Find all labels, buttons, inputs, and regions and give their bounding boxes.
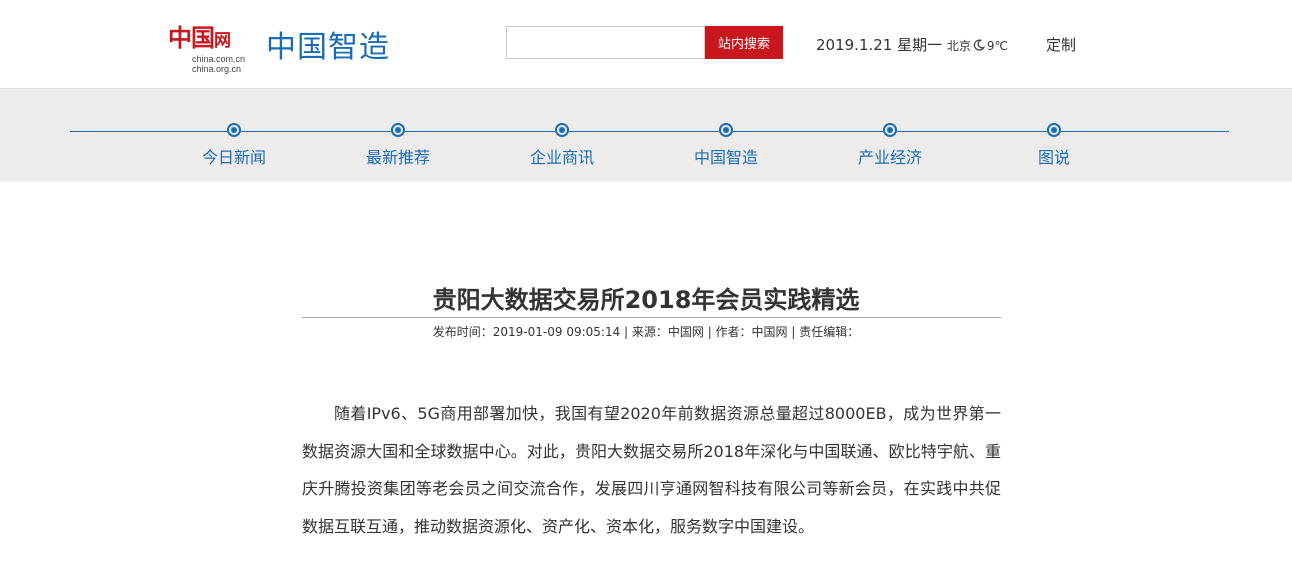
channel-title[interactable]: 中国智造 — [266, 22, 390, 66]
nav-dot-icon — [719, 123, 733, 137]
nav-dot-icon — [227, 123, 241, 137]
search-input[interactable] — [506, 26, 705, 59]
article-title: 贵阳大数据交易所2018年会员实践精选 — [432, 286, 860, 314]
nav-label: 今日新闻 — [201, 148, 266, 167]
nav-label: 最新推荐 — [365, 148, 430, 167]
nav-label: 企业商讯 — [529, 148, 594, 167]
nav-dot-icon — [883, 123, 897, 137]
site-header: 中国网 china.com.cn china.org.cn 中国智造 站内搜索 … — [0, 0, 1292, 89]
nav-item-today-news[interactable]: 今日新闻 — [174, 123, 294, 168]
nav-item-china-manufacturing[interactable]: 中国智造 — [666, 123, 786, 168]
nav-dot-icon — [1047, 123, 1061, 137]
site-search-button[interactable]: 站内搜索 — [705, 26, 783, 59]
china-net-logo[interactable]: 中国网 china.com.cn china.org.cn — [168, 18, 246, 74]
nav-item-industry-economy[interactable]: 产业经济 — [830, 123, 950, 168]
city-text: 北京 — [946, 39, 971, 53]
date-weather: 2019.1.21 星期一 北京 9℃ — [816, 34, 1008, 55]
title-divider — [302, 317, 1001, 318]
customize-link[interactable]: 定制 — [1046, 34, 1076, 55]
logo-domain-2: china.org.cn — [192, 64, 242, 74]
nav-dot-icon — [555, 123, 569, 137]
article-paragraph: 随着IPv6、5G商用部署加快，我国有望2020年前数据资源总量超过8000EB… — [302, 404, 1001, 536]
crescent-moon-icon — [973, 39, 985, 51]
logo-wordmark: 中国网 — [168, 23, 231, 52]
nav-label: 产业经济 — [857, 148, 922, 167]
nav-label: 图说 — [1037, 148, 1070, 167]
nav-item-business-news[interactable]: 企业商讯 — [502, 123, 622, 168]
article-meta: 发布时间：2019-01-09 09:05:14 | 来源：中国网 | 作者：中… — [432, 325, 860, 339]
nav-item-latest-recommend[interactable]: 最新推荐 — [338, 123, 458, 168]
date-text: 2019.1.21 星期一 — [816, 36, 943, 54]
logo-domain-1: china.com.cn — [192, 54, 246, 64]
nav-dot-icon — [391, 123, 405, 137]
nav-label: 中国智造 — [693, 148, 758, 167]
temperature-text: 9℃ — [986, 39, 1009, 53]
nav-bar: 今日新闻 最新推荐 企业商讯 中国智造 产业经济 图说 — [0, 89, 1292, 181]
nav-item-pictures[interactable]: 图说 — [994, 123, 1114, 168]
